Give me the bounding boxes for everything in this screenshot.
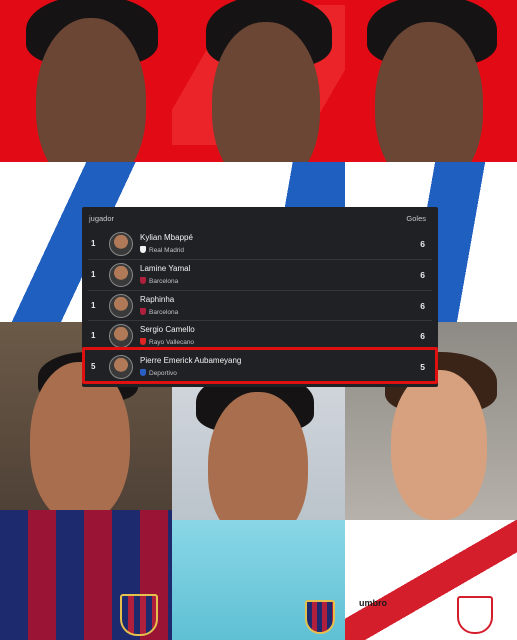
rank: 1 — [91, 331, 96, 340]
club-name: Rayo Vallecano — [149, 339, 195, 346]
table-row[interactable]: 1 Kylian Mbappé Real Madrid 6 — [82, 228, 438, 258]
rank: 1 — [91, 270, 96, 279]
goals-value: 6 — [420, 239, 425, 249]
club: Barcelona — [140, 277, 178, 285]
table-row[interactable]: 1 Raphinha Barcelona 6 — [82, 290, 438, 320]
goals-value: 6 — [420, 270, 425, 280]
player-avatar — [109, 294, 133, 318]
rayo-vallecano-crest-icon — [140, 338, 146, 345]
player-avatar — [109, 232, 133, 256]
header-goals: Goles — [406, 214, 426, 223]
club-name: Barcelona — [149, 309, 179, 316]
club-name: Barcelona — [149, 278, 179, 285]
real-madrid-crest-icon — [140, 246, 146, 253]
player-avatar — [109, 263, 133, 287]
highlight-frame — [82, 347, 438, 384]
table-header: jugador Goles — [82, 207, 438, 229]
barcelona-crest-icon — [140, 277, 146, 284]
player-name: Raphinha — [140, 295, 175, 304]
goals-value: 6 — [420, 331, 425, 341]
club: Barcelona — [140, 308, 178, 316]
umbro-logo-text: umbro — [359, 598, 387, 608]
goals-value: 6 — [420, 301, 425, 311]
table-row[interactable]: 1 Lamine Yamal Barcelona 6 — [82, 259, 438, 289]
club: Rayo Vallecano — [140, 338, 194, 346]
barcelona-crest-icon — [305, 600, 335, 634]
rank: 1 — [91, 239, 96, 248]
club-name: Real Madrid — [149, 247, 185, 254]
table-row[interactable]: 1 Sergio Camello Rayo Vallecano 6 — [82, 320, 438, 350]
rank: 1 — [91, 301, 96, 310]
club: Real Madrid — [140, 246, 184, 254]
barcelona-crest-icon — [140, 308, 146, 315]
player-avatar — [109, 324, 133, 348]
player-name: Lamine Yamal — [140, 264, 191, 273]
header-player: jugador — [89, 214, 115, 223]
player-name: Sergio Camello — [140, 325, 195, 334]
rayo-crest-icon — [457, 596, 493, 634]
barcelona-crest-icon — [120, 594, 158, 636]
player-name: Kylian Mbappé — [140, 233, 193, 242]
